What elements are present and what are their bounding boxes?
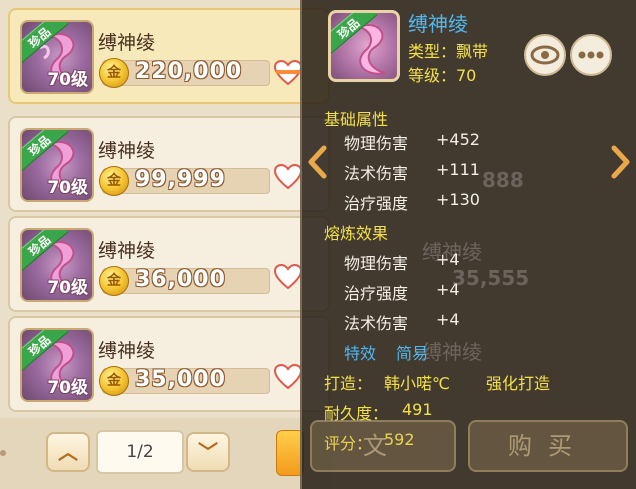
item-level: 等级：70 — [408, 66, 477, 85]
item-icon: 珍品 70级 — [20, 328, 94, 402]
level-label: 70级 — [47, 278, 88, 298]
base-attributes-title: 基础属性 — [324, 110, 389, 129]
level-label: 70级 — [47, 178, 88, 198]
price-value: 36,000 — [135, 267, 226, 292]
favorite-heart-icon[interactable] — [274, 364, 302, 390]
buy-button[interactable]: 购买 — [468, 420, 628, 472]
item-icon: 珍品 70级 — [20, 228, 94, 302]
forger-name: 韩小喏℃ — [384, 374, 450, 393]
price-value: 220,000 — [135, 59, 243, 84]
attr-label: 法术伤害 — [344, 314, 409, 333]
tooltip-item-icon: 珍品 — [328, 10, 400, 82]
more-button[interactable] — [570, 34, 612, 76]
level-label: 70级 — [47, 378, 88, 398]
item-name: 缚神绫 — [98, 32, 156, 54]
page-up-button[interactable]: ︿ — [46, 432, 90, 472]
coin-icon: 金 — [99, 366, 129, 396]
item-icon: 珍品 70级 — [20, 20, 94, 94]
price-value: 99,999 — [135, 167, 226, 192]
attr-value: +111 — [436, 160, 480, 179]
preview-button[interactable] — [524, 34, 566, 76]
favorite-heart-icon[interactable] — [274, 60, 302, 86]
eye-icon — [530, 45, 560, 65]
price-bar: 金 99,999 — [99, 166, 270, 196]
price-bar: 金 35,000 — [99, 366, 270, 396]
scroll-dot — [0, 450, 6, 456]
refine-effects-title: 熔炼效果 — [324, 224, 389, 243]
coin-icon: 金 — [99, 266, 129, 296]
item-name: 缚神绫 — [98, 240, 156, 262]
attr-value: +452 — [436, 130, 480, 149]
tooltip-item-name: 缚神绫 — [408, 12, 468, 36]
attr-value: +130 — [436, 190, 480, 209]
attr-label: 物理伤害 — [344, 254, 409, 273]
attr-label: 物理伤害 — [344, 134, 409, 153]
attr-label: 治疗强度 — [344, 284, 409, 303]
forge-type: 强化打造 — [486, 374, 551, 393]
favorite-heart-icon[interactable] — [274, 264, 302, 290]
attr-value: +4 — [436, 310, 460, 329]
list-item[interactable]: 珍品 70级 缚神绫 金 220,000 — [8, 8, 330, 104]
attr-label: 法术伤害 — [344, 164, 409, 183]
next-item-arrow-icon[interactable] — [608, 145, 632, 179]
special-effect-label: 特效 — [344, 344, 377, 363]
left-action-button[interactable]: 文 — [310, 420, 456, 472]
favorite-heart-icon[interactable] — [274, 164, 302, 190]
item-name: 缚神绫 — [98, 140, 156, 162]
coin-icon: 金 — [99, 166, 129, 196]
price-bar: 金 220,000 — [99, 58, 270, 88]
item-name: 缚神绫 — [98, 340, 156, 362]
item-list-panel: 珍品 70级 缚神绫 金 220,000 珍品 70级 缚神绫 金 99,999… — [0, 0, 330, 489]
price-value: 35,000 — [135, 367, 226, 392]
prev-item-arrow-icon[interactable] — [306, 145, 330, 179]
page-indicator: 1/2 — [96, 430, 184, 474]
background-ghost-text: 缚神绫 — [422, 340, 482, 364]
forge-label: 打造： — [324, 374, 373, 393]
attr-value: +4 — [436, 250, 460, 269]
coin-icon: 金 — [99, 58, 129, 88]
page-down-button[interactable]: ﹀ — [186, 432, 230, 472]
item-type: 类型：飘带 — [408, 42, 489, 61]
special-effect-value: 简易 — [396, 344, 429, 363]
more-dots-icon — [578, 51, 604, 59]
durability-value: 491 — [402, 400, 433, 419]
background-ghost-text: 888 — [482, 168, 524, 192]
attr-label: 治疗强度 — [344, 194, 409, 213]
attr-value: +4 — [436, 280, 460, 299]
item-tooltip: 888 缚神绫 35,555 缚神绫 珍品 缚神绫 类型：飘带 等级：70 基础… — [300, 0, 636, 489]
price-bar: 金 36,000 — [99, 266, 270, 296]
level-label: 70级 — [47, 70, 88, 90]
item-icon: 珍品 70级 — [20, 128, 94, 202]
background-ghost-text: 35,555 — [452, 266, 530, 290]
